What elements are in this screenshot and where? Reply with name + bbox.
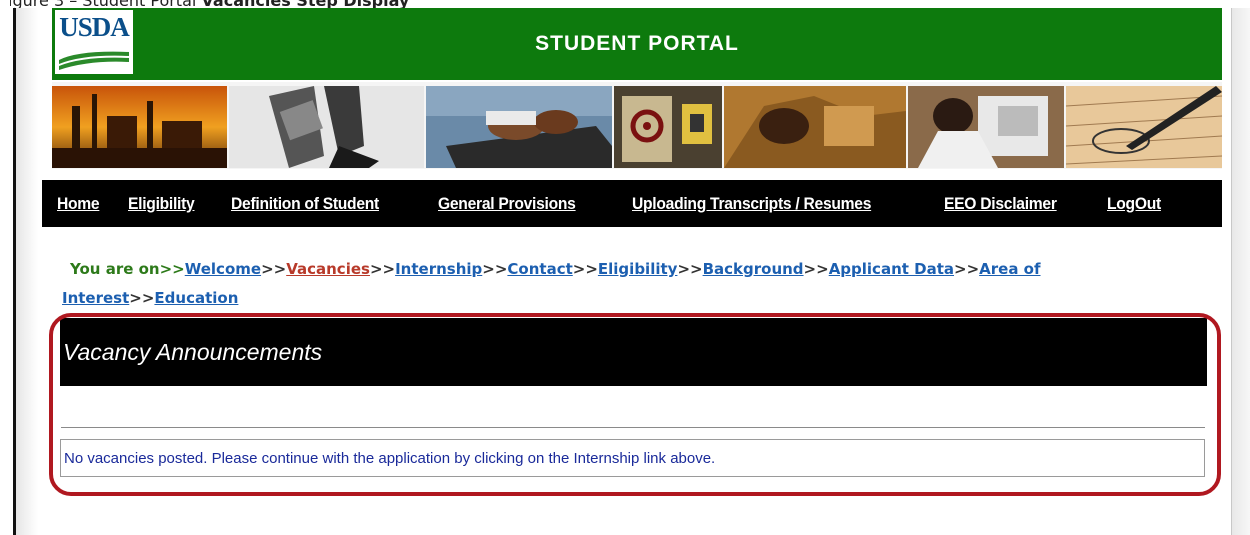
photo-banner xyxy=(52,82,1222,169)
breadcrumb-eligibility[interactable]: Eligibility xyxy=(598,260,678,278)
nav-logout[interactable]: LogOut xyxy=(1107,194,1161,214)
businessman-legs-photo xyxy=(229,86,424,168)
breadcrumb-vacancies[interactable]: Vacancies xyxy=(286,260,370,278)
nav-eligibility[interactable]: Eligibility xyxy=(128,194,195,214)
breadcrumb-area-of-interest-part2[interactable]: Interest xyxy=(62,289,129,307)
window-edge xyxy=(0,0,10,535)
main-navigation: Home Eligibility Definition of Student G… xyxy=(42,180,1222,227)
breadcrumb-separator: >> xyxy=(572,260,598,278)
breadcrumb-separator: >> xyxy=(954,260,980,278)
breadcrumb-separator: >> xyxy=(803,260,829,278)
breadcrumb-area-of-interest-part1[interactable]: Area of xyxy=(979,260,1040,278)
portal-header: USDA STUDENT PORTAL xyxy=(52,8,1222,80)
nav-home[interactable]: Home xyxy=(57,194,100,214)
breadcrumb-background[interactable]: Background xyxy=(703,260,804,278)
breadcrumb-separator: >> xyxy=(482,260,508,278)
nav-uploading-transcripts[interactable]: Uploading Transcripts / Resumes xyxy=(632,194,871,214)
breadcrumb-applicant-data[interactable]: Applicant Data xyxy=(829,260,954,278)
scrollbar-track[interactable] xyxy=(1232,8,1250,535)
breadcrumb-separator: >> xyxy=(129,289,155,307)
breadcrumb-prefix: You are on>> xyxy=(70,260,185,278)
annotation-highlight-outline xyxy=(49,313,1221,496)
portal-title: STUDENT PORTAL xyxy=(535,32,739,55)
breadcrumb-separator: >> xyxy=(261,260,287,278)
typing-keyboard-photo xyxy=(426,86,612,168)
breadcrumb-education[interactable]: Education xyxy=(154,289,238,307)
financial-pen-photo xyxy=(1066,86,1222,168)
breadcrumb-separator: >> xyxy=(677,260,703,278)
breadcrumb-contact[interactable]: Contact xyxy=(507,260,572,278)
breadcrumb-internship[interactable]: Internship xyxy=(395,260,482,278)
breadcrumb-welcome[interactable]: Welcome xyxy=(185,260,261,278)
breadcrumb-separator: >> xyxy=(369,260,396,278)
craftsman-photo xyxy=(724,86,906,168)
nav-definition-of-student[interactable]: Definition of Student xyxy=(231,194,379,214)
office-worker-photo xyxy=(908,86,1064,168)
nav-eeo-disclaimer[interactable]: EEO Disclaimer xyxy=(944,194,1057,214)
biohazard-lab-photo xyxy=(614,86,722,168)
nav-general-provisions[interactable]: General Provisions xyxy=(438,194,576,214)
page-shadow xyxy=(16,8,38,535)
refinery-photo xyxy=(52,86,227,168)
